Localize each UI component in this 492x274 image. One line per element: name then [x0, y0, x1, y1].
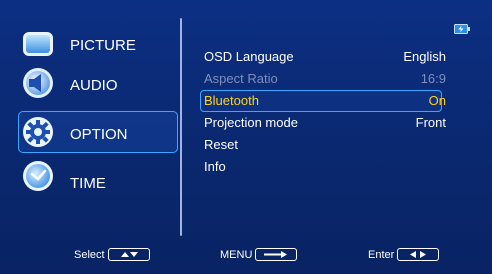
setting-name: Reset	[204, 137, 238, 152]
enter-hint: Enter	[368, 248, 440, 261]
menu-item-option[interactable]: OPTION	[0, 111, 182, 157]
setting-name: OSD Language	[204, 49, 294, 64]
setting-osd-language[interactable]: OSD Language English	[200, 46, 470, 68]
setting-aspect-ratio: Aspect Ratio 16:9	[200, 68, 470, 90]
menu-hint: MENU	[220, 248, 298, 261]
hint-label: Enter	[368, 248, 395, 261]
menu-item-label: OPTION	[70, 126, 128, 143]
up-down-keys-icon	[107, 248, 150, 261]
audio-icon	[22, 67, 54, 99]
setting-name: Aspect Ratio	[204, 71, 278, 86]
setting-reset[interactable]: Reset	[200, 134, 470, 156]
time-clock-icon	[22, 160, 54, 192]
setting-bluetooth[interactable]: Bluetooth On	[200, 90, 470, 112]
picture-icon	[22, 28, 54, 60]
menu-item-time[interactable]: TIME	[0, 158, 182, 204]
hint-label: Select	[74, 248, 105, 261]
setting-value: 16:9	[420, 71, 446, 86]
setting-name: Info	[204, 159, 226, 174]
setting-value: Front	[415, 115, 446, 130]
main-menu: PICTURE AUDIO OPTION TIME	[0, 0, 182, 235]
setting-info[interactable]: Info	[200, 156, 470, 178]
osd-menu-screen: PICTURE AUDIO OPTION TIME OSD Language E…	[0, 0, 492, 274]
menu-item-label: PICTURE	[70, 37, 136, 54]
menu-item-label: AUDIO	[70, 77, 118, 94]
menu-item-audio[interactable]: AUDIO	[0, 62, 182, 108]
setting-projection-mode[interactable]: Projection mode Front	[200, 112, 470, 134]
setting-name: Projection mode	[204, 115, 298, 130]
setting-value: English	[403, 49, 446, 64]
left-right-keys-icon	[397, 248, 440, 261]
hint-label: MENU	[220, 248, 253, 261]
key-hints-bar: Select MENU Enter	[0, 248, 492, 268]
option-settings-list: OSD Language English Aspect Ratio 16:9 B…	[200, 46, 470, 178]
return-arrow-key-icon	[255, 248, 298, 261]
select-hint: Select	[74, 248, 150, 261]
battery-charging-icon	[454, 21, 470, 34]
setting-value: On	[428, 93, 446, 108]
option-gear-icon	[22, 116, 54, 148]
menu-divider	[180, 18, 182, 236]
menu-item-label: TIME	[70, 175, 106, 192]
setting-name: Bluetooth	[204, 93, 259, 108]
